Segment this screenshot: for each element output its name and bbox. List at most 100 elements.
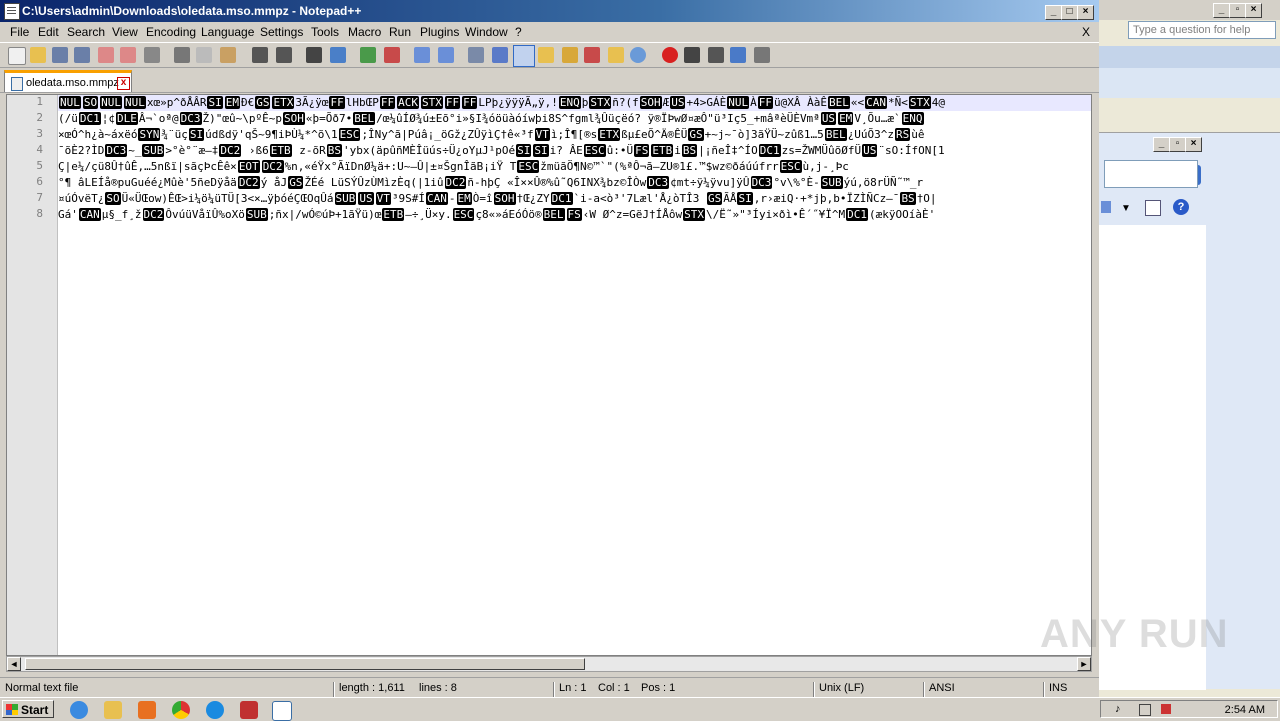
paste-icon[interactable] <box>220 47 236 63</box>
office-close-button[interactable]: × <box>1245 3 1262 18</box>
zoom-in-icon[interactable] <box>360 47 376 63</box>
new-file-icon[interactable] <box>8 47 26 65</box>
menu-search[interactable]: Search <box>67 25 105 39</box>
explorer-folder-icon[interactable] <box>104 701 122 719</box>
pane-search-box[interactable] <box>1104 160 1198 188</box>
text-line[interactable]: Ç|e¼/çü8Û†ûÊ,…5nßï|sãçÞcÊê× EOT DC2 %n,«éŸx… <box>58 159 849 175</box>
menu-plugins[interactable]: Plugins <box>420 25 459 39</box>
text-line[interactable]: NUL SO NUL NUL xœ»p^ðÅÂR SI EM Ð€ GS ETX 3Ã¿ÿœ FF lH… <box>58 95 1091 111</box>
scroll-right-icon[interactable]: ► <box>1077 657 1091 671</box>
office-minimize-button[interactable]: _ <box>1213 3 1230 18</box>
menu-tools[interactable]: Tools <box>311 25 339 39</box>
print-icon[interactable] <box>144 47 160 63</box>
stop-macro-icon[interactable] <box>684 47 700 63</box>
menu-edit[interactable]: Edit <box>38 25 59 39</box>
show-all-chars-icon[interactable] <box>492 47 508 63</box>
security-icon[interactable] <box>1161 704 1171 714</box>
zoom-out-icon[interactable] <box>384 47 400 63</box>
ask-question-input[interactable]: Type a question for help <box>1128 21 1276 39</box>
save-all-icon[interactable] <box>74 47 90 63</box>
horizontal-scrollbar[interactable]: ◄ ► <box>6 656 1092 672</box>
menu-view[interactable]: View <box>112 25 138 39</box>
menu-macro[interactable]: Macro <box>348 25 381 39</box>
monitoring-eye-icon[interactable] <box>630 47 646 63</box>
text-line[interactable]: ×œÓ^h¿à~áxëó SYN ¾¨üç SI údßdÿ'qŠ~9¶iÞÙ¼*^õ\… <box>58 127 925 143</box>
status-encoding[interactable]: ANSI <box>929 682 955 694</box>
pane-close-button[interactable]: × <box>1185 137 1202 152</box>
text-line[interactable]: °¶ âLEÍå®puGuéé¿Mûè'5ñeDÿåä DC2 ý åJ GS ŽÉé … <box>58 175 923 191</box>
layout-icon[interactable] <box>1145 200 1161 216</box>
internet-explorer-icon[interactable] <box>70 701 88 719</box>
text-line[interactable]: ¤úÓvëT¿ SO Ü«ÜŒow)ÊŒ>i¼ö¼üTÜ[3<×…ÿþóéÇŒOqÛ… <box>58 191 937 207</box>
dropdown-arrow-icon[interactable]: ▼ <box>1121 203 1131 214</box>
edge-icon[interactable] <box>206 701 224 719</box>
pane-restore-button[interactable]: ▫ <box>1169 137 1186 152</box>
open-file-icon[interactable] <box>30 47 46 63</box>
replace-icon[interactable] <box>330 47 346 63</box>
close-file-icon[interactable] <box>98 47 114 63</box>
folder-icon[interactable] <box>608 47 624 63</box>
sync-vertical-icon[interactable] <box>414 47 430 63</box>
menu-window[interactable]: Window <box>465 25 508 39</box>
control-char: DC1 <box>550 192 573 205</box>
indent-guide-button[interactable] <box>513 45 535 67</box>
pane-tool-icon[interactable] <box>1101 201 1111 213</box>
text-run: ‹W Ø^z=GëJ†ÍÅôw <box>582 208 683 221</box>
code-text[interactable]: NUL SO NUL NUL xœ»p^ðÅÂR SI EM Ð€ GS ETX 3Ã¿ÿœ FF lH… <box>58 95 1091 655</box>
text-run: ¨sO:ÍfON[1 <box>878 144 945 157</box>
text-run: ßµ£eÕ^Ä®ÊÜ <box>621 128 688 141</box>
sync-horizontal-icon[interactable] <box>438 47 454 63</box>
control-char: DC2 <box>261 160 284 173</box>
minimize-button[interactable]: _ <box>1045 5 1062 20</box>
text-run: ¯õÈ2?ÌD <box>58 144 105 157</box>
status-eol[interactable]: Unix (LF) <box>819 682 864 694</box>
notepadpp-taskbar-icon[interactable] <box>272 701 292 721</box>
tab-oledata[interactable]: oledata.mso.mmpz x <box>4 70 132 92</box>
document-map-icon[interactable] <box>562 47 578 63</box>
editor-area[interactable]: 1 2 3 4 5 6 7 8 NUL SO NUL NUL xœ»p^ðÅÂR SI EM… <box>6 94 1092 656</box>
text-line[interactable]: ¯õÈ2?ÌD DC3 ~_ SUB >°è°¨æ—‡ DC2 ›ß6 ETB z-õR BS… <box>58 143 945 159</box>
maximize-button[interactable]: □ <box>1061 5 1078 20</box>
menu-language[interactable]: Language <box>201 25 254 39</box>
scroll-thumb[interactable] <box>25 658 585 670</box>
scroll-left-icon[interactable]: ◄ <box>7 657 21 671</box>
control-char: ENQ <box>901 112 924 125</box>
play-macro-icon[interactable] <box>708 47 724 63</box>
chrome-icon[interactable] <box>172 701 190 719</box>
run-macro-multiple-icon[interactable] <box>730 47 746 63</box>
control-char: FF <box>379 96 396 109</box>
copy-icon[interactable] <box>196 47 212 63</box>
menu-run[interactable]: Run <box>389 25 411 39</box>
text-line[interactable]: Gá' CAN µ§_f¸ž DC2 ÔvúüVåïÛ%oXö SUB ;ñx|/wÓ©úÞ… <box>58 207 935 223</box>
save-macro-icon[interactable] <box>754 47 770 63</box>
save-icon[interactable] <box>52 47 68 63</box>
tab-close-icon[interactable]: x <box>117 77 130 90</box>
cut-icon[interactable] <box>174 47 190 63</box>
menu-file[interactable]: File <box>10 25 29 39</box>
help-icon[interactable]: ? <box>1173 199 1189 215</box>
function-list-icon[interactable] <box>584 47 600 63</box>
network-icon[interactable] <box>1139 704 1151 716</box>
close-button[interactable]: × <box>1077 5 1094 20</box>
office-restore-button[interactable]: ▫ <box>1229 3 1246 18</box>
word-wrap-icon[interactable] <box>468 47 484 63</box>
start-button[interactable]: Start <box>2 700 54 718</box>
record-macro-icon[interactable] <box>662 47 678 63</box>
menu-help[interactable]: ? <box>515 25 522 39</box>
line-number: 5 <box>36 159 43 172</box>
find-icon[interactable] <box>306 47 322 63</box>
control-char: DC1 <box>846 208 868 221</box>
app-icon[interactable] <box>240 701 258 719</box>
menu-settings[interactable]: Settings <box>260 25 303 39</box>
media-player-icon[interactable] <box>138 701 156 719</box>
text-run: ,r›æiQ·+*jþ,b•ÏZÌÑCz—¯ <box>753 192 900 205</box>
text-line[interactable]: (/ü DC1 ¦¢ DLE Â¬`oª@ DC3 Ž)"œû~\pºÊ~p SOH «þ=Õð… <box>58 111 925 127</box>
close-all-icon[interactable] <box>120 47 136 63</box>
close-document-x[interactable]: X <box>1082 25 1090 39</box>
undo-icon[interactable] <box>252 47 268 63</box>
pane-minimize-button[interactable]: _ <box>1153 137 1170 152</box>
folder-as-workspace-icon[interactable] <box>538 47 554 63</box>
redo-icon[interactable] <box>276 47 292 63</box>
volume-icon[interactable]: ♪ <box>1115 703 1121 715</box>
menu-encoding[interactable]: Encoding <box>146 25 196 39</box>
